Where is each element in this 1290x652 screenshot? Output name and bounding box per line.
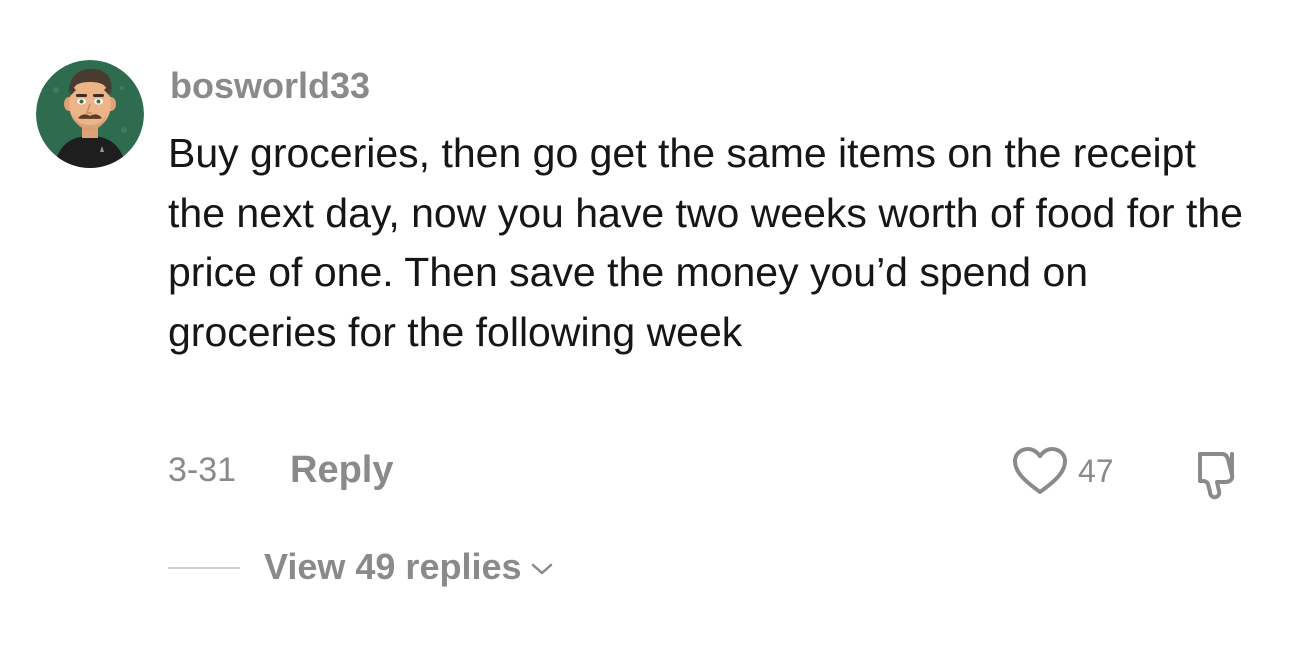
thumbs-down-icon[interactable] <box>1188 448 1244 500</box>
like-count: 47 <box>1078 453 1114 489</box>
username[interactable]: bosworld33 <box>170 66 370 106</box>
comment-text: Buy groceries, then go get the same item… <box>168 130 1243 355</box>
view-replies-label: View 49 replies <box>264 546 522 587</box>
chevron-down-icon <box>531 563 552 575</box>
view-replies-button[interactable]: View 49 replies <box>264 546 554 588</box>
comment-date: 3-31 <box>168 451 237 489</box>
avatar[interactable] <box>36 60 144 168</box>
reply-button[interactable]: Reply <box>290 448 393 492</box>
replies-divider <box>168 567 240 569</box>
heart-icon[interactable] <box>1012 446 1068 496</box>
